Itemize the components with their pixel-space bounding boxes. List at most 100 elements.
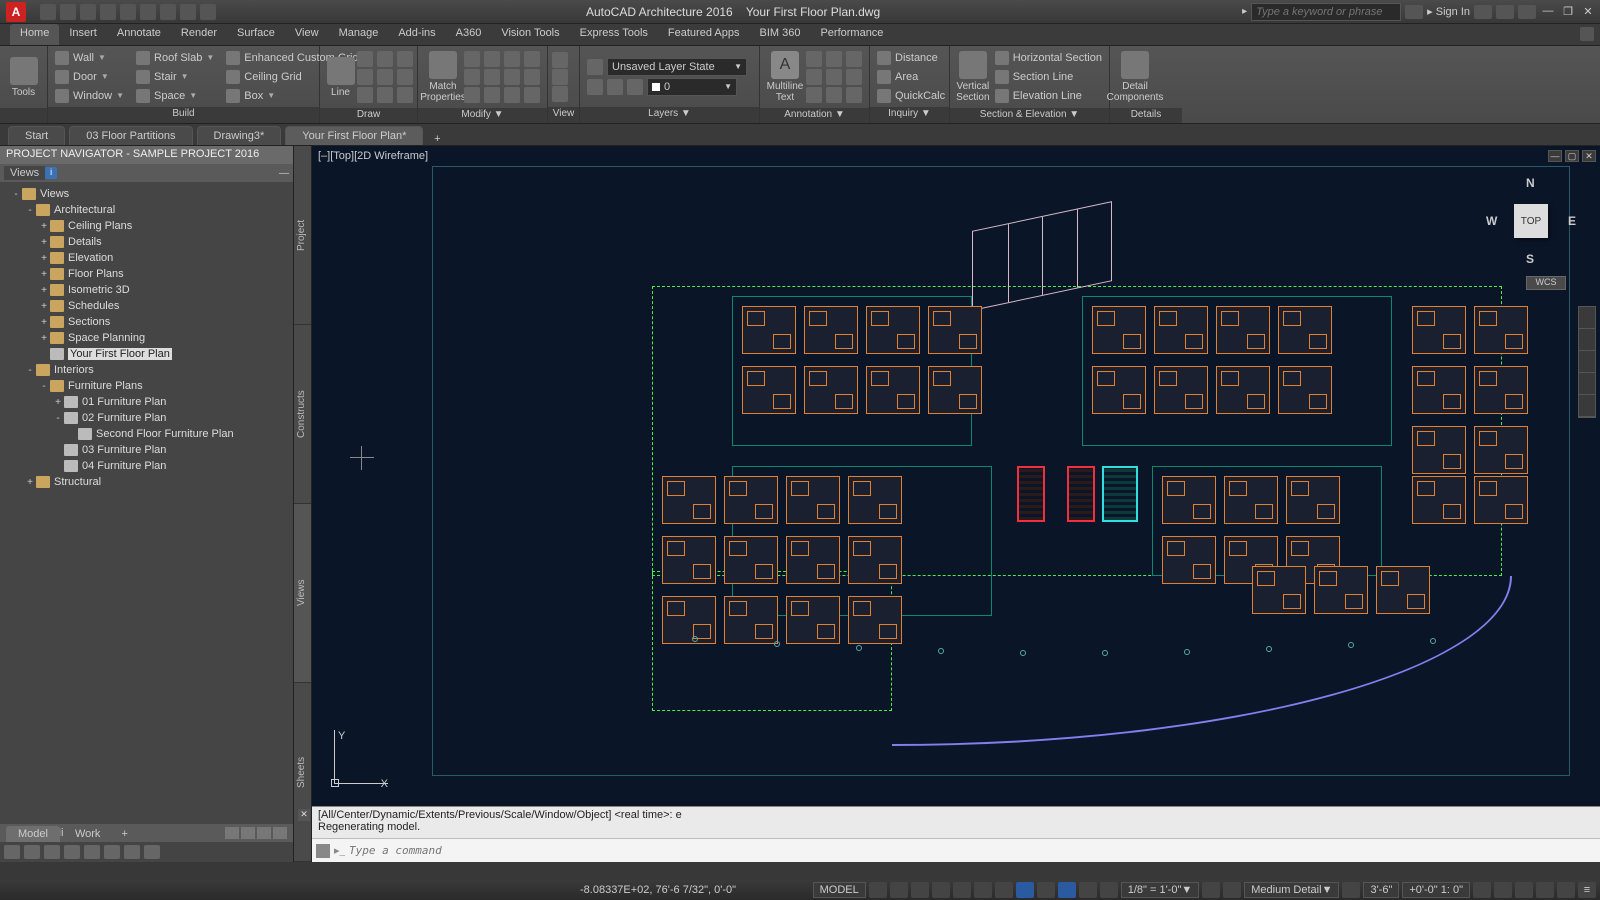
viewcube-top-face[interactable]: TOP — [1514, 204, 1548, 238]
nav-collapse-icon[interactable]: — — [279, 168, 289, 179]
region-icon[interactable] — [397, 87, 413, 103]
nav-info-icon[interactable]: i — [45, 167, 57, 179]
ribbon-tab-featured-apps[interactable]: Featured Apps — [658, 24, 750, 45]
sb-clean-icon[interactable] — [1536, 882, 1554, 898]
match-properties-button[interactable]: Match Properties — [422, 48, 464, 106]
nav-pan-icon[interactable] — [1579, 329, 1595, 351]
checkin-icon-3[interactable] — [257, 827, 271, 839]
erase-icon[interactable] — [524, 87, 540, 103]
qat-open-icon[interactable] — [60, 4, 76, 20]
sb-cycling-icon[interactable] — [1079, 882, 1097, 898]
expand-icon[interactable]: - — [52, 413, 64, 424]
nav-tool-8-icon[interactable] — [144, 845, 160, 859]
mirror-icon[interactable] — [464, 69, 480, 85]
ribbon-tab-view[interactable]: View — [285, 24, 329, 45]
view-cube[interactable]: N S E W TOP — [1486, 176, 1576, 266]
panel-title-details[interactable]: Details — [1110, 108, 1182, 123]
vertical-section-button[interactable]: Vertical Section — [954, 48, 992, 106]
spine-views[interactable]: Views — [294, 504, 311, 683]
file-tab-start[interactable]: Start — [8, 126, 65, 145]
ribbon-tab-bim360[interactable]: BIM 360 — [749, 24, 810, 45]
move-icon[interactable] — [464, 51, 480, 67]
trim-icon[interactable] — [524, 51, 540, 67]
table-icon[interactable] — [846, 51, 862, 67]
sb-dyn-icon[interactable] — [1016, 882, 1034, 898]
ribbon-tab-a360[interactable]: A360 — [446, 24, 492, 45]
sb-snap-icon[interactable] — [890, 882, 908, 898]
tree-node[interactable]: -Furniture Plans — [2, 378, 291, 394]
expand-icon[interactable]: + — [38, 253, 50, 264]
cmd-handle-icon[interactable] — [316, 844, 330, 858]
vp-close-icon[interactable]: ✕ — [1582, 150, 1596, 162]
command-input[interactable] — [345, 844, 1600, 857]
leader-icon[interactable] — [826, 51, 842, 67]
layout-tab-add-icon[interactable]: + — [115, 826, 133, 842]
qat-undo-icon[interactable] — [120, 4, 136, 20]
qat-new-icon[interactable] — [40, 4, 56, 20]
spine-project[interactable]: Project — [294, 146, 311, 325]
sb-plus-icon[interactable] — [1223, 882, 1241, 898]
detail-components-button[interactable]: Detail Components — [1114, 48, 1156, 106]
exchange-icon[interactable] — [1474, 5, 1492, 19]
file-tab-add-icon[interactable]: + — [427, 133, 447, 145]
ribbon-tab-annotate[interactable]: Annotate — [107, 24, 171, 45]
nav-tool-7-icon[interactable] — [124, 845, 140, 859]
nav-zoom-icon[interactable] — [1579, 351, 1595, 373]
arc-icon[interactable] — [397, 51, 413, 67]
panel-title-inquiry[interactable]: Inquiry ▼ — [870, 107, 949, 123]
ribbon-tab-home[interactable]: Home — [10, 24, 59, 45]
spine-constructs[interactable]: Constructs — [294, 325, 311, 504]
sb-gear-icon[interactable] — [1202, 882, 1220, 898]
infocenter-icon[interactable] — [1405, 5, 1423, 19]
expand-icon[interactable]: - — [24, 205, 36, 216]
polyline-icon[interactable] — [357, 51, 373, 67]
mtext-button[interactable]: AMultiline Text — [764, 48, 806, 106]
expand-icon[interactable]: + — [38, 221, 50, 232]
sb-transparency-icon[interactable] — [1058, 882, 1076, 898]
array-icon[interactable] — [524, 69, 540, 85]
elevation-line-button[interactable]: Elevation Line — [992, 87, 1105, 105]
nav-showmotion-icon[interactable] — [1579, 395, 1595, 417]
section-line-button[interactable]: Section Line — [992, 68, 1105, 86]
tree-node[interactable]: +Details — [2, 234, 291, 250]
tree-node[interactable]: 03 Furniture Plan — [2, 442, 291, 458]
qat-layers-icon[interactable] — [200, 4, 216, 20]
layer-freeze-icon[interactable] — [607, 79, 623, 95]
sb-3dosnap-icon[interactable] — [974, 882, 992, 898]
tag-icon[interactable] — [806, 69, 822, 85]
distance-button[interactable]: Distance — [874, 49, 948, 67]
expand-icon[interactable]: + — [24, 477, 36, 488]
nav-tool-5-icon[interactable] — [84, 845, 100, 859]
fillet-icon[interactable] — [484, 87, 500, 103]
layout-tab-work[interactable]: Work — [63, 826, 112, 842]
layer-state-dropdown[interactable]: Unsaved Layer State▼ — [607, 58, 747, 76]
space-button[interactable]: Space▼ — [133, 87, 217, 105]
area-button[interactable]: Area — [874, 68, 948, 86]
window-minimize-icon[interactable]: — — [1540, 5, 1556, 19]
spline-icon[interactable] — [357, 87, 373, 103]
break-icon[interactable] — [826, 87, 842, 103]
expand-icon[interactable]: + — [52, 397, 64, 408]
expand-icon[interactable]: - — [24, 365, 36, 376]
sb-surface-icon[interactable] — [1473, 882, 1491, 898]
dim-icon[interactable] — [806, 51, 822, 67]
sb-grid-icon[interactable] — [869, 882, 887, 898]
sb-polar-icon[interactable] — [932, 882, 950, 898]
tree-node[interactable]: Your First Floor Plan — [2, 346, 291, 362]
layer-lock-icon[interactable] — [627, 79, 643, 95]
keynote-icon[interactable] — [826, 69, 842, 85]
stretch-icon[interactable] — [484, 69, 500, 85]
ribbon-tab-express-tools[interactable]: Express Tools — [570, 24, 658, 45]
tree-node[interactable]: +Sections — [2, 314, 291, 330]
tree-node[interactable]: -Architectural — [2, 202, 291, 218]
tree-node[interactable]: Second Floor Furniture Plan — [2, 426, 291, 442]
sb-osnap-icon[interactable] — [953, 882, 971, 898]
stair-button[interactable]: Stair▼ — [133, 68, 217, 86]
help-icon[interactable] — [1518, 5, 1536, 19]
ribbon-tab-vision-tools[interactable]: Vision Tools — [491, 24, 569, 45]
viewcube-e[interactable]: E — [1568, 214, 1576, 228]
view-1-icon[interactable] — [552, 52, 568, 68]
tree-node[interactable]: 04 Furniture Plan — [2, 458, 291, 474]
tree-node[interactable]: +Structural — [2, 474, 291, 490]
ribbon-tab-manage[interactable]: Manage — [329, 24, 389, 45]
